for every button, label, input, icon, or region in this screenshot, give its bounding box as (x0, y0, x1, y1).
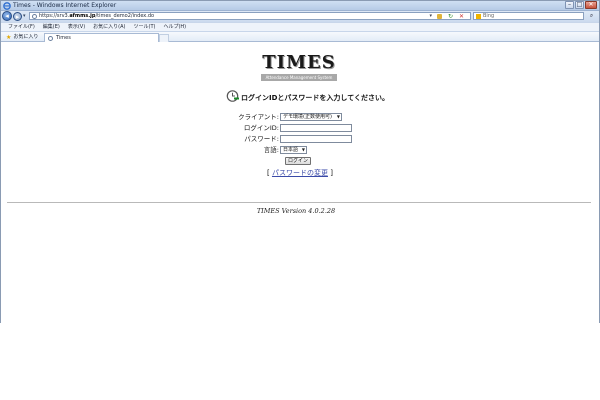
login-id-label: ログインID: (243, 124, 279, 132)
login-instruction: ログインIDとパスワードを入力してください。 (226, 89, 389, 103)
login-id-input[interactable] (280, 124, 352, 132)
back-arrow-icon: ◂ (5, 12, 9, 20)
clock-icon (226, 90, 239, 102)
version-text: TIMES Version 4.0.2.28 (256, 207, 336, 215)
window-controls: – □ ✕ (564, 1, 597, 10)
instruction-text: ログインIDとパスワードを入力してください。 (241, 94, 389, 102)
back-button[interactable]: ◂ (2, 11, 12, 21)
star-icon: ★ (6, 34, 12, 41)
client-label: クライアント: (238, 113, 279, 121)
lock-icon[interactable] (437, 14, 442, 19)
close-icon: ✕ (588, 1, 594, 8)
footer-divider (7, 202, 591, 203)
bracket-close: ] (330, 169, 333, 177)
tab-times[interactable]: Times (44, 33, 159, 42)
menu-favorites[interactable]: お気に入り(A) (93, 23, 125, 31)
minimize-button[interactable]: – (565, 1, 574, 9)
language-label-cell: 言語: (201, 146, 279, 155)
forward-arrow-icon: ▸ (15, 13, 20, 21)
maximize-icon: □ (576, 1, 583, 8)
browser-window: Times - Windows Internet Explorer – □ ✕ … (0, 0, 600, 323)
bing-icon (476, 14, 481, 19)
change-password-row: [ パスワードの変更 ] (267, 169, 333, 178)
address-bar: ◂ ▸ ▾ https://srv3.afmms.jp/times_demo2/… (1, 11, 599, 22)
chevron-down-icon: ▼ (336, 114, 340, 119)
minimize-icon: – (568, 1, 571, 8)
favorites-button[interactable]: ★ お気に入り (6, 34, 38, 41)
times-logo: TIMES Attendance Management System (261, 52, 337, 84)
search-input[interactable]: Bing (473, 12, 584, 20)
bracket-open: [ (267, 169, 270, 177)
search-icon: ⌕ (589, 12, 594, 19)
logo-subtitle: Attendance Management System (261, 74, 337, 81)
logo-text: TIMES (262, 52, 336, 73)
menu-bar: ファイル(F) 編集(E) 表示(V) お気に入り(A) ツール(T) ヘルプ(… (1, 22, 599, 31)
search-button[interactable]: ⌕ (586, 12, 597, 20)
ie-logo-icon (3, 2, 11, 10)
password-input[interactable] (280, 135, 352, 143)
menu-file[interactable]: ファイル(F) (8, 23, 35, 31)
recent-pages-dropdown-icon[interactable]: ▾ (23, 14, 26, 19)
menu-tools[interactable]: ツール(T) (134, 23, 156, 31)
forward-button[interactable]: ▸ (13, 12, 22, 21)
screen: Times - Windows Internet Explorer – □ ✕ … (0, 0, 600, 400)
stop-icon[interactable]: ✕ (459, 13, 464, 20)
chevron-down-icon: ▼ (301, 147, 305, 152)
url-input[interactable]: https://srv3.afmms.jp/times_demo2/index.… (29, 12, 471, 20)
search-placeholder: Bing (483, 13, 495, 19)
client-label-cell: クライアント: (201, 113, 279, 122)
client-select[interactable]: デモ環境(正数使用可) ▼ (280, 113, 342, 121)
client-selected-value: デモ環境(正数使用可) (283, 114, 332, 120)
refresh-icon[interactable]: ↻ (448, 13, 453, 20)
language-selected-value: 日本語 (283, 147, 299, 153)
window-title: Times - Windows Internet Explorer (13, 2, 117, 9)
favorites-label: お気に入り (13, 34, 39, 40)
menu-edit[interactable]: 編集(E) (43, 23, 60, 31)
menu-help[interactable]: ヘルプ(H) (163, 23, 186, 31)
tab-label: Times (56, 34, 71, 41)
password-label-cell: パスワード: (201, 135, 279, 144)
password-label: パスワード: (244, 135, 279, 143)
close-button[interactable]: ✕ (585, 1, 597, 9)
page-content: TIMES Attendance Management System ログインI… (1, 43, 599, 323)
language-label: 言語: (263, 146, 279, 154)
url-dropdown-icon[interactable]: ▾ (429, 13, 432, 20)
maximize-button[interactable]: □ (575, 1, 584, 9)
change-password-link[interactable]: パスワードの変更 (272, 169, 328, 177)
url-text: https://srv3.afmms.jp/times_demo2/index.… (39, 13, 155, 19)
title-bar: Times - Windows Internet Explorer – □ ✕ (1, 1, 599, 11)
login-button[interactable]: ログイン (285, 157, 311, 165)
page-icon (48, 35, 53, 41)
menu-view[interactable]: 表示(V) (68, 23, 85, 31)
favorites-bar: ★ お気に入り Times (1, 31, 599, 42)
page-icon (32, 14, 37, 19)
new-tab-button[interactable] (159, 34, 169, 42)
login-id-label-cell: ログインID: (201, 124, 279, 133)
language-select[interactable]: 日本語 ▼ (280, 146, 307, 154)
